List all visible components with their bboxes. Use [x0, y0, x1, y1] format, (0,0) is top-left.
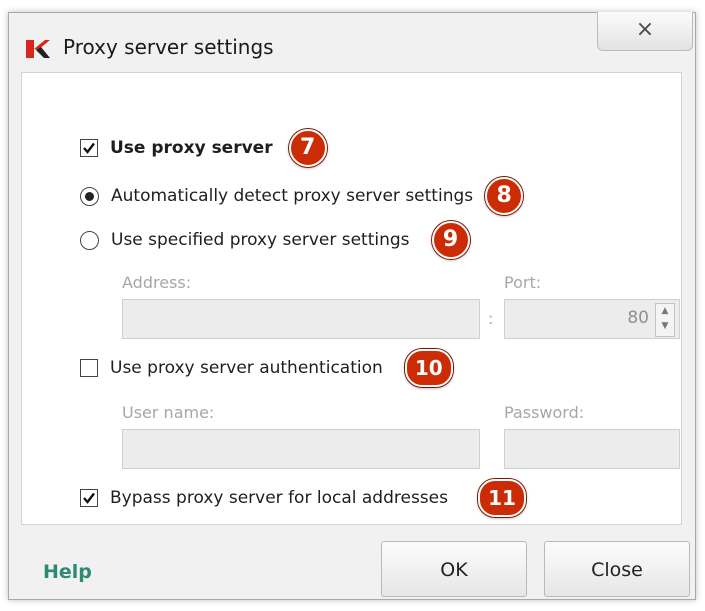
- settings-panel: Use proxy server 7 Automatically detect …: [21, 72, 682, 525]
- spin-down-icon[interactable]: ▼: [656, 319, 674, 334]
- check-icon: [83, 142, 95, 154]
- spin-up-icon[interactable]: ▲: [656, 304, 674, 319]
- callout-badge-9: 9: [431, 221, 470, 259]
- auto-detect-row: Automatically detect proxy server settin…: [80, 177, 524, 215]
- auto-detect-radio[interactable]: [80, 186, 99, 206]
- username-input[interactable]: [122, 429, 480, 469]
- specified-radio[interactable]: [80, 230, 99, 250]
- window-title: Proxy server settings: [63, 35, 274, 59]
- username-label: User name:: [122, 403, 215, 422]
- proxy-settings-dialog: Proxy server settings × Use proxy server…: [8, 12, 696, 600]
- bypass-checkbox[interactable]: [80, 489, 98, 507]
- port-input[interactable]: 80 ▲ ▼: [504, 299, 680, 339]
- close-button[interactable]: Close: [544, 541, 690, 597]
- kaspersky-logo-icon: [26, 40, 50, 58]
- specified-label[interactable]: Use specified proxy server settings: [111, 230, 410, 250]
- auto-detect-label[interactable]: Automatically detect proxy server settin…: [111, 186, 473, 206]
- check-icon: [83, 492, 95, 504]
- title-bar: Proxy server settings ×: [9, 12, 695, 73]
- use-proxy-checkbox[interactable]: [80, 139, 98, 157]
- auth-checkbox[interactable]: [80, 359, 98, 377]
- auth-row: Use proxy server authentication 10: [80, 349, 453, 387]
- password-label: Password:: [504, 403, 585, 422]
- password-input[interactable]: [504, 429, 680, 469]
- help-link[interactable]: Help: [43, 561, 92, 583]
- callout-badge-11: 11: [477, 479, 526, 517]
- ok-button[interactable]: OK: [381, 541, 527, 597]
- port-label: Port:: [504, 273, 542, 292]
- callout-badge-7: 7: [288, 129, 327, 167]
- address-port-separator: :: [488, 309, 494, 328]
- use-proxy-label[interactable]: Use proxy server: [110, 138, 273, 158]
- bypass-label[interactable]: Bypass proxy server for local addresses: [110, 488, 448, 508]
- address-input[interactable]: [122, 299, 480, 339]
- address-label: Address:: [122, 273, 192, 292]
- callout-badge-10: 10: [404, 349, 453, 387]
- bypass-row: Bypass proxy server for local addresses …: [80, 479, 526, 517]
- callout-badge-8: 8: [485, 177, 524, 215]
- close-window-button[interactable]: ×: [597, 12, 693, 51]
- use-proxy-row: Use proxy server 7: [80, 129, 327, 167]
- port-value: 80: [627, 308, 649, 328]
- port-spinner[interactable]: ▲ ▼: [655, 303, 675, 337]
- auth-label[interactable]: Use proxy server authentication: [110, 358, 383, 378]
- specified-row: Use specified proxy server settings 9: [80, 221, 470, 259]
